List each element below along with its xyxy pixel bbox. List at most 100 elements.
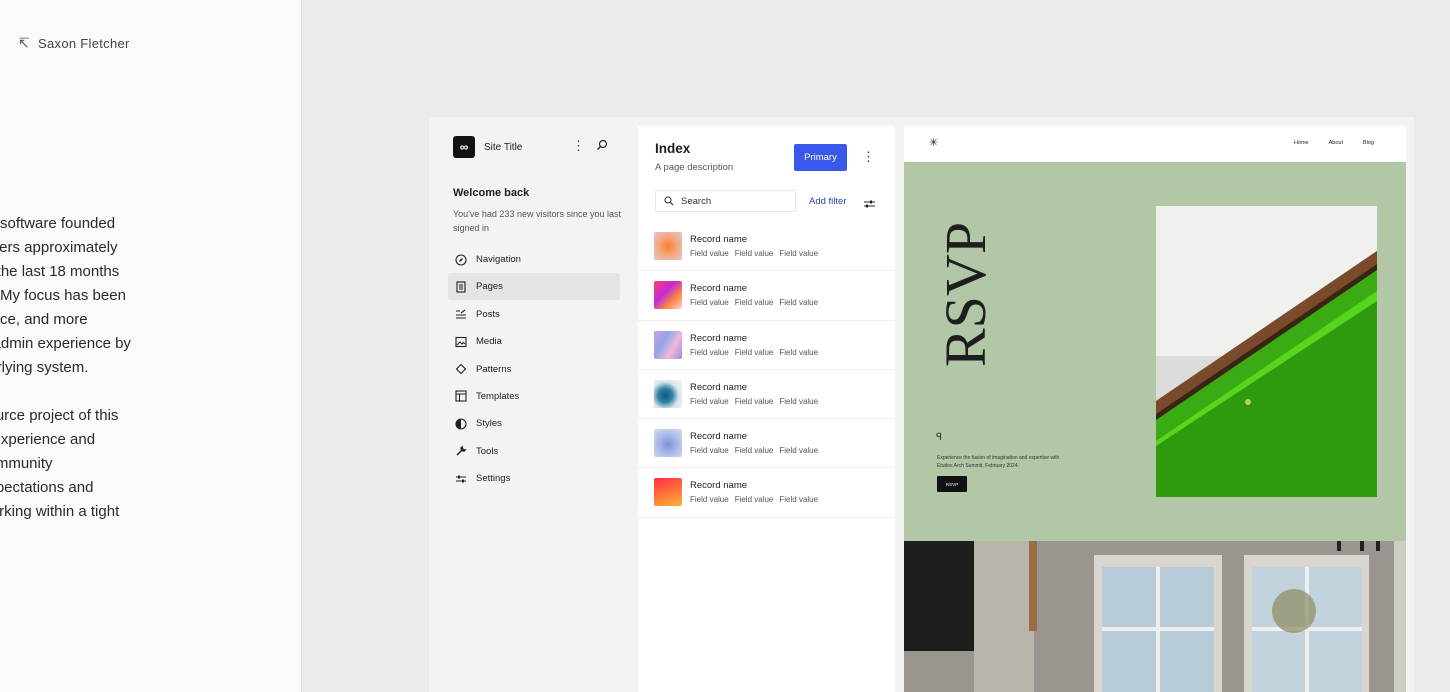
wrench-icon [456, 445, 467, 456]
record-name: Record name [690, 480, 748, 492]
media-icon [455, 336, 467, 347]
field-value: Field value [779, 249, 819, 258]
preview-nav-about[interactable]: About [1329, 140, 1343, 146]
compass-icon [455, 253, 467, 266]
field-value: Field value [734, 249, 774, 258]
page-description: A page description [655, 162, 734, 173]
preview-nav-blog[interactable]: Blog [1363, 140, 1374, 146]
field-value: Field value [734, 347, 774, 357]
sidebar-item-navigation[interactable]: Navigation [448, 246, 620, 273]
styles-icon [455, 418, 467, 430]
search-icon[interactable] [596, 138, 608, 156]
sidebar-item-patterns[interactable]: Patterns [448, 356, 620, 383]
record-thumbnail [654, 232, 682, 260]
hero-glyph: ꟼ [936, 432, 943, 443]
record-fields: Field value Field value Field value [690, 446, 824, 455]
list-item[interactable]: Record name Field value Field value Field … [638, 419, 895, 469]
author-back-link[interactable]: ↸ Saxon Fletcher [18, 35, 130, 52]
sidebar-header: ∞ Site Title ⋮ [453, 136, 613, 158]
preview-hero: RSVP ꟼ Experience the fusion of imaginat… [904, 162, 1406, 541]
more-options-icon[interactable]: ⋮ [572, 137, 585, 155]
visitors-text: You've had 233 new visitors since you la… [453, 209, 621, 233]
sidebar-item-pages[interactable]: Pages [448, 273, 620, 301]
record-fields: Field value Field value Field value [690, 495, 824, 504]
layout-icon [455, 390, 467, 403]
primary-button[interactable]: Primary [794, 144, 847, 171]
sidebar-item-label: Navigation [476, 254, 521, 265]
sidebar-item-tools[interactable]: Tools [448, 438, 620, 465]
field-value: Field value [779, 347, 819, 357]
add-filter-button[interactable]: Add filter [809, 196, 847, 207]
bio-line: e admin experience by [0, 335, 131, 352]
sidebar-item-label: Settings [476, 473, 511, 485]
preview-nav: Home About Blog [1294, 140, 1374, 146]
arrow-up-left-icon: ↸ [18, 35, 31, 51]
sidebar-item-templates[interactable]: Templates [448, 383, 620, 410]
preview-nav-home[interactable]: Home [1294, 140, 1309, 146]
more-options-icon[interactable]: ⋮ [862, 149, 875, 165]
posts-icon [456, 309, 466, 319]
sidebar-item-label: Templates [476, 390, 520, 402]
site-title: Site Title [484, 141, 523, 153]
search-input[interactable]: Search [655, 190, 796, 212]
field-value: Field value [690, 347, 729, 357]
bio-line: nt the last 18 months [0, 263, 120, 280]
sidebar: ∞ Site Title ⋮ Welcome back You've had 2… [429, 117, 638, 692]
sidebar-item-label: Posts [476, 308, 500, 320]
bio-line: owers approximately [0, 239, 118, 256]
list-item[interactable]: Record name Field value Field value Field … [638, 271, 895, 321]
page-title: Index [655, 141, 691, 156]
search-placeholder: Search [681, 195, 712, 207]
admin-mockup: ∞ Site Title ⋮ Welcome back You've had 2… [429, 117, 1414, 692]
field-value: Field value [690, 446, 729, 456]
record-thumbnail [654, 330, 682, 359]
record-thumbnail [654, 429, 682, 458]
room-photo [904, 541, 1406, 692]
field-value: Field value [690, 298, 729, 308]
field-value: Field value [690, 396, 729, 406]
bio-line: ience, and more [0, 311, 88, 328]
bio-text: ce software founded owers approximately … [0, 212, 180, 548]
welcome-heading: Welcome back [453, 187, 530, 199]
article-panel: ↸ Saxon Fletcher ce software founded owe… [0, 0, 302, 692]
list-item[interactable]: Record name Field value Field value Field … [638, 370, 895, 420]
rsvp-heading-wrap: RSVP [932, 222, 998, 527]
sidebar-item-media[interactable]: Media [448, 328, 620, 355]
records-list: Record name Field value Field value Field … [638, 222, 895, 518]
record-name: Record name [690, 332, 748, 344]
bio-line: derlying system. [0, 359, 89, 376]
bio-line: ce software founded [0, 215, 116, 232]
list-item[interactable]: Record name Field value Field value Field … [638, 222, 895, 272]
field-value: Field value [779, 298, 819, 308]
field-value: Field value [734, 298, 774, 308]
bio-paragraph: source project of this g experience and … [0, 404, 180, 524]
sidebar-item-posts[interactable]: Posts [448, 301, 620, 328]
field-value: Field value [734, 446, 774, 456]
list-item[interactable]: Record name Field value Field value Field … [638, 468, 895, 518]
list-item[interactable]: Record name Field value Field value Field … [638, 321, 895, 370]
search-icon [664, 196, 674, 206]
record-name: Record name [690, 381, 748, 393]
field-value: Field value [779, 396, 819, 406]
index-panel: Index A page description Primary ⋮ Searc… [638, 126, 895, 692]
bio-line: community [0, 455, 53, 472]
bio-line: source project of this [0, 407, 119, 424]
sidebar-item-label: Pages [476, 281, 503, 293]
site-preview[interactable]: ✳ Home About Blog RSVP ꟼ Experience the … [904, 126, 1406, 692]
site-logo-icon[interactable]: ∞ [453, 136, 475, 158]
sidebar-item-styles[interactable]: Styles [448, 410, 620, 437]
sidebar-item-settings[interactable]: Settings [448, 465, 620, 492]
record-fields: Field value Field value Field value [690, 397, 824, 406]
record-thumbnail [654, 478, 682, 507]
bio-line: working within a tight [0, 503, 120, 520]
sliders-icon [456, 475, 466, 483]
record-name: Record name [690, 283, 748, 295]
filter-settings-icon[interactable] [864, 196, 875, 214]
sidebar-item-label: Styles [476, 418, 502, 430]
bio-line: ct. My focus has been [0, 287, 126, 304]
record-thumbnail [654, 281, 682, 310]
author-name: Saxon Fletcher [38, 36, 130, 51]
bio-paragraph: ce software founded owers approximately … [0, 212, 180, 380]
field-value: Field value [690, 249, 729, 258]
rsvp-button[interactable]: RSVP [937, 476, 967, 492]
